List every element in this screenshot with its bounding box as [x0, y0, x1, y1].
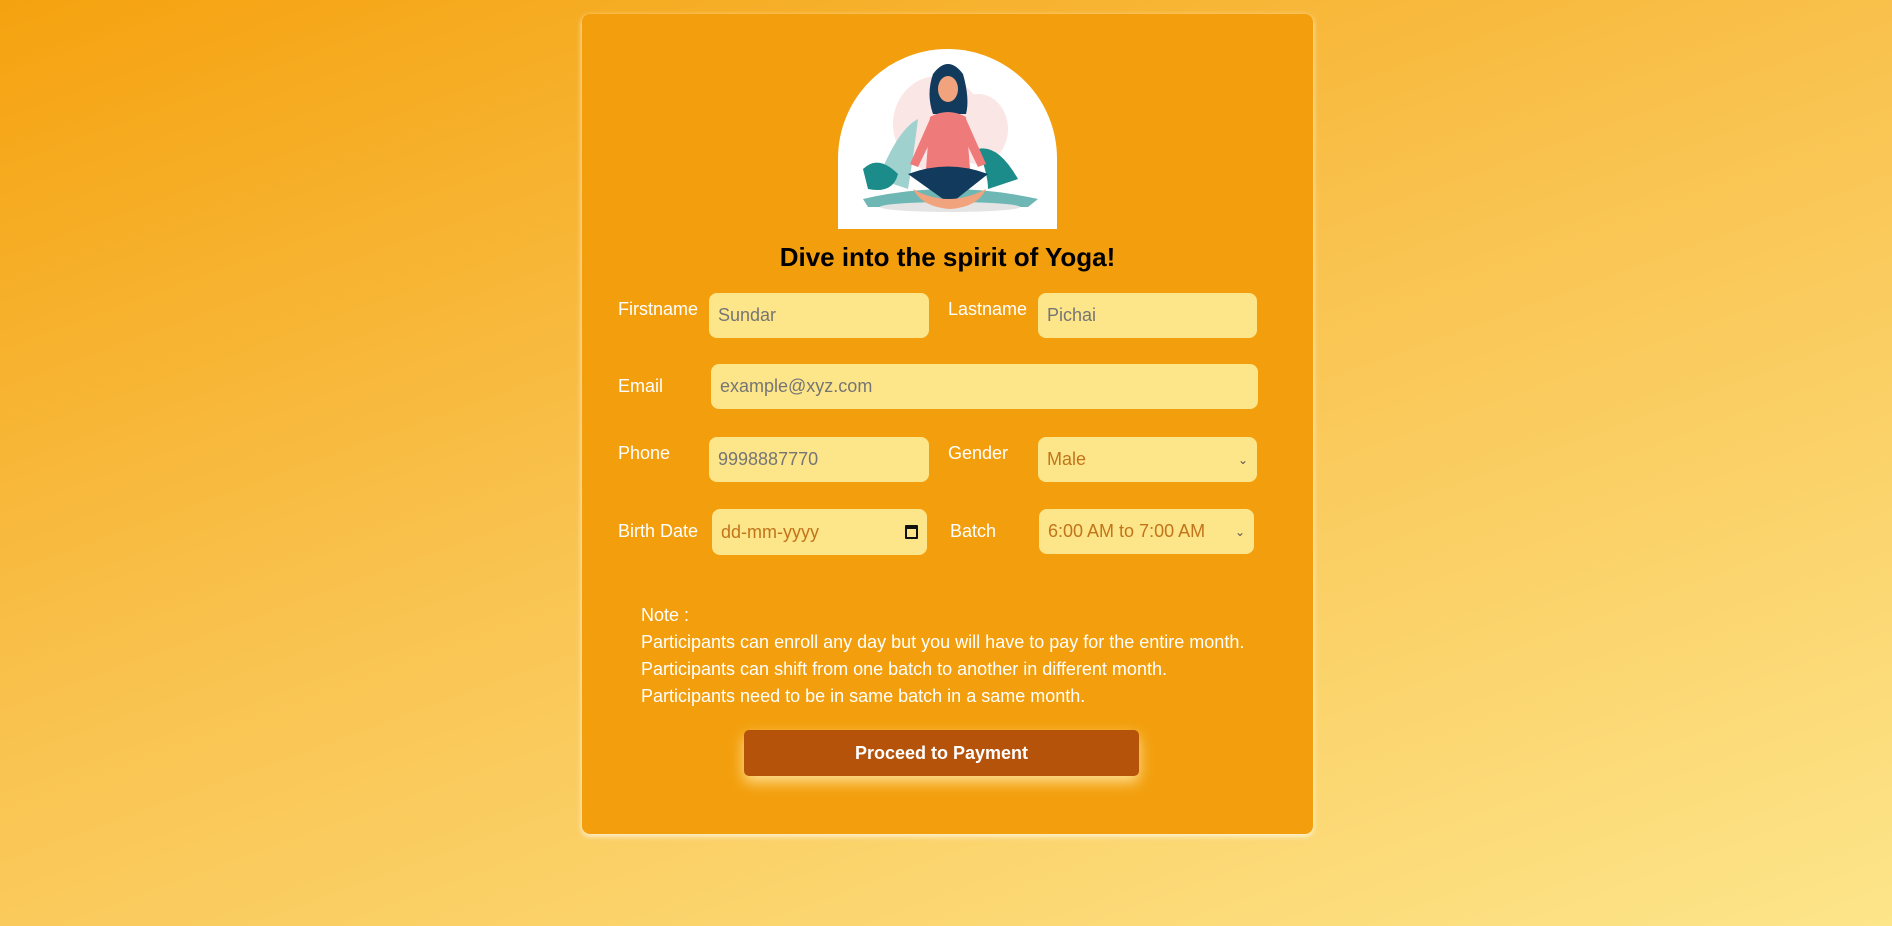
- yoga-illustration: [838, 49, 1057, 229]
- proceed-to-payment-button[interactable]: Proceed to Payment: [744, 730, 1139, 776]
- batch-value: 6:00 AM to 7:00 AM: [1048, 521, 1206, 541]
- email-label: Email: [618, 376, 664, 396]
- batch-label: Batch: [950, 521, 997, 541]
- email-input[interactable]: [711, 364, 1258, 409]
- gender-select[interactable]: Male ⌄: [1038, 437, 1257, 482]
- firstname-input[interactable]: [709, 293, 929, 338]
- birthdate-input[interactable]: dd-mm-yyyy: [712, 509, 927, 555]
- note-heading: Note :: [641, 605, 690, 625]
- chevron-down-icon: ⌄: [1237, 452, 1248, 467]
- lastname-label: Lastname: [948, 299, 1028, 319]
- phone-label: Phone: [618, 443, 671, 463]
- gender-value: Male: [1047, 449, 1087, 469]
- birthdate-label: Birth Date: [618, 521, 699, 541]
- gender-label: Gender: [948, 443, 1009, 463]
- firstname-label: Firstname: [618, 299, 699, 319]
- birthdate-placeholder: dd-mm-yyyy: [721, 521, 819, 542]
- note-line: Participants can enroll any day but you …: [641, 632, 1245, 652]
- lastname-input[interactable]: [1038, 293, 1257, 338]
- batch-select[interactable]: 6:00 AM to 7:00 AM ⌄: [1039, 509, 1254, 554]
- calendar-icon[interactable]: [905, 525, 918, 539]
- note-line: Participants need to be in same batch in…: [641, 686, 1086, 706]
- registration-card: Dive into the spirit of Yoga! Firstname …: [582, 14, 1313, 834]
- phone-input[interactable]: [709, 437, 929, 482]
- note-line: Participants can shift from one batch to…: [641, 659, 1167, 679]
- note: Note : Participants can enroll any day b…: [641, 602, 1244, 710]
- chevron-down-icon: ⌄: [1234, 524, 1245, 539]
- page-title: Dive into the spirit of Yoga!: [779, 242, 1116, 272]
